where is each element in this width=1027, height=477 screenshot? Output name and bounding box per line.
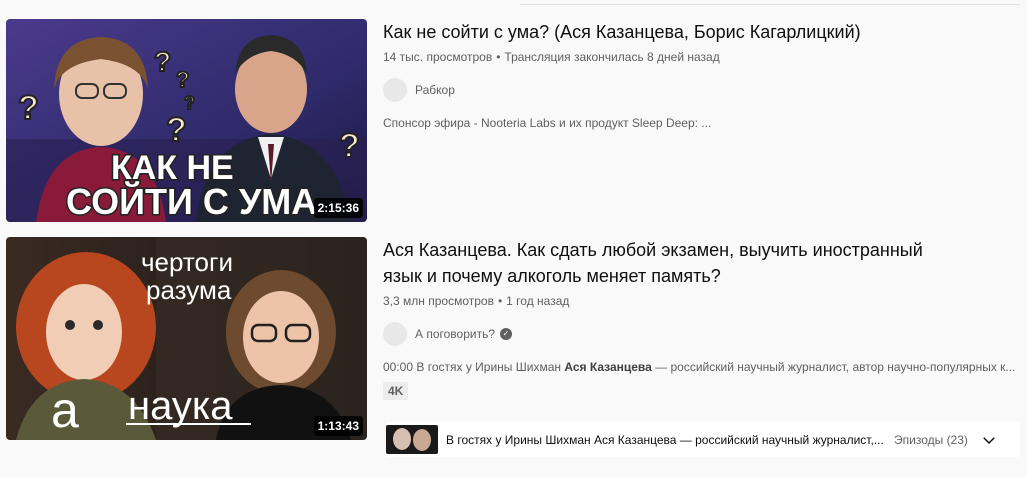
episode-thumbnail	[386, 425, 438, 454]
video-title[interactable]: Как не сойти с ума? (Ася Казанцева, Бори…	[383, 19, 1023, 45]
svg-text:?: ?	[18, 89, 39, 127]
channel-link[interactable]: А поговорить? ✓	[383, 322, 1023, 346]
duration-badge: 2:15:36	[313, 198, 363, 218]
thumbnail-text-bottom: наука	[128, 384, 233, 428]
svg-text:?: ?	[154, 46, 171, 77]
thumbnail-text-line2: СОЙТИ С УМА	[66, 180, 317, 222]
view-count: 14 тыс. просмотров	[383, 50, 493, 64]
video-result: ? ? ? ? ? ? КАК НЕ СОЙТИ С УМА 2:15:36 К…	[0, 19, 1027, 222]
thumbnail-logo: а	[51, 382, 79, 438]
channel-name[interactable]: А поговорить?	[415, 327, 495, 341]
svg-text:?: ?	[184, 93, 195, 113]
upload-age: Трансляция закончилась 8 дней назад	[504, 50, 720, 64]
meta-separator: •	[497, 294, 503, 308]
chevron-down-icon[interactable]	[980, 431, 998, 449]
video-title[interactable]: Ася Казанцева. Как сдать любой экзамен, …	[383, 237, 953, 289]
channel-link[interactable]: Рабкор	[383, 78, 1023, 102]
video-description: Спонсор эфира - Nooteria Labs и их проду…	[383, 116, 712, 130]
channel-avatar[interactable]	[383, 78, 407, 102]
video-info: Как не сойти с ума? (Ася Казанцева, Бори…	[383, 19, 1023, 132]
description-prefix: 00:00 В гостях у Ирины Шихман	[383, 360, 565, 374]
thumbnail-text-top2: разума	[146, 275, 232, 305]
episodes-bar[interactable]: В гостях у Ирины Шихман Ася Казанцева — …	[386, 422, 1020, 457]
svg-text:?: ?	[166, 111, 187, 149]
quality-badge: 4K	[383, 382, 409, 400]
divider	[520, 4, 1020, 5]
description-bold: Ася Казанцева	[564, 360, 652, 374]
channel-name[interactable]: Рабкор	[415, 83, 455, 97]
episodes-description: В гостях у Ирины Шихман Ася Казанцева — …	[446, 432, 884, 447]
thumbnail-image: ? ? ? ? ? ? КАК НЕ СОЙТИ С УМА	[6, 19, 367, 222]
upload-age: 1 год назад	[506, 294, 570, 308]
video-meta: 3,3 млн просмотров • 1 год назад	[383, 292, 1023, 310]
duration-badge: 1:13:43	[313, 416, 363, 436]
episodes-count: Эпизоды (23)	[894, 432, 968, 447]
svg-text:?: ?	[339, 127, 360, 165]
video-info: Ася Казанцева. Как сдать любой экзамен, …	[383, 237, 1023, 400]
thumbnail-text-top1: чертоги	[141, 247, 233, 277]
video-meta: 14 тыс. просмотров • Трансляция закончилас…	[383, 48, 1023, 66]
thumbnail-image: чертоги разума а наука	[6, 237, 367, 440]
channel-avatar[interactable]	[383, 322, 407, 346]
video-description: 00:00 В гостях у Ирины Шихман Ася Казанц…	[383, 358, 1023, 376]
view-count: 3,3 млн просмотров	[383, 294, 494, 308]
meta-separator: •	[496, 50, 501, 64]
video-result: чертоги разума а наука 1:13:43 Ася Казан…	[0, 237, 1027, 457]
video-thumbnail[interactable]: ? ? ? ? ? ? КАК НЕ СОЙТИ С УМА 2:15:36	[6, 19, 367, 222]
svg-text:?: ?	[176, 67, 189, 92]
description-rest: — российский научный журналист, автор на…	[651, 360, 1016, 374]
video-thumbnail[interactable]: чертоги разума а наука 1:13:43	[6, 237, 367, 440]
verified-check-icon: ✓	[500, 328, 513, 340]
